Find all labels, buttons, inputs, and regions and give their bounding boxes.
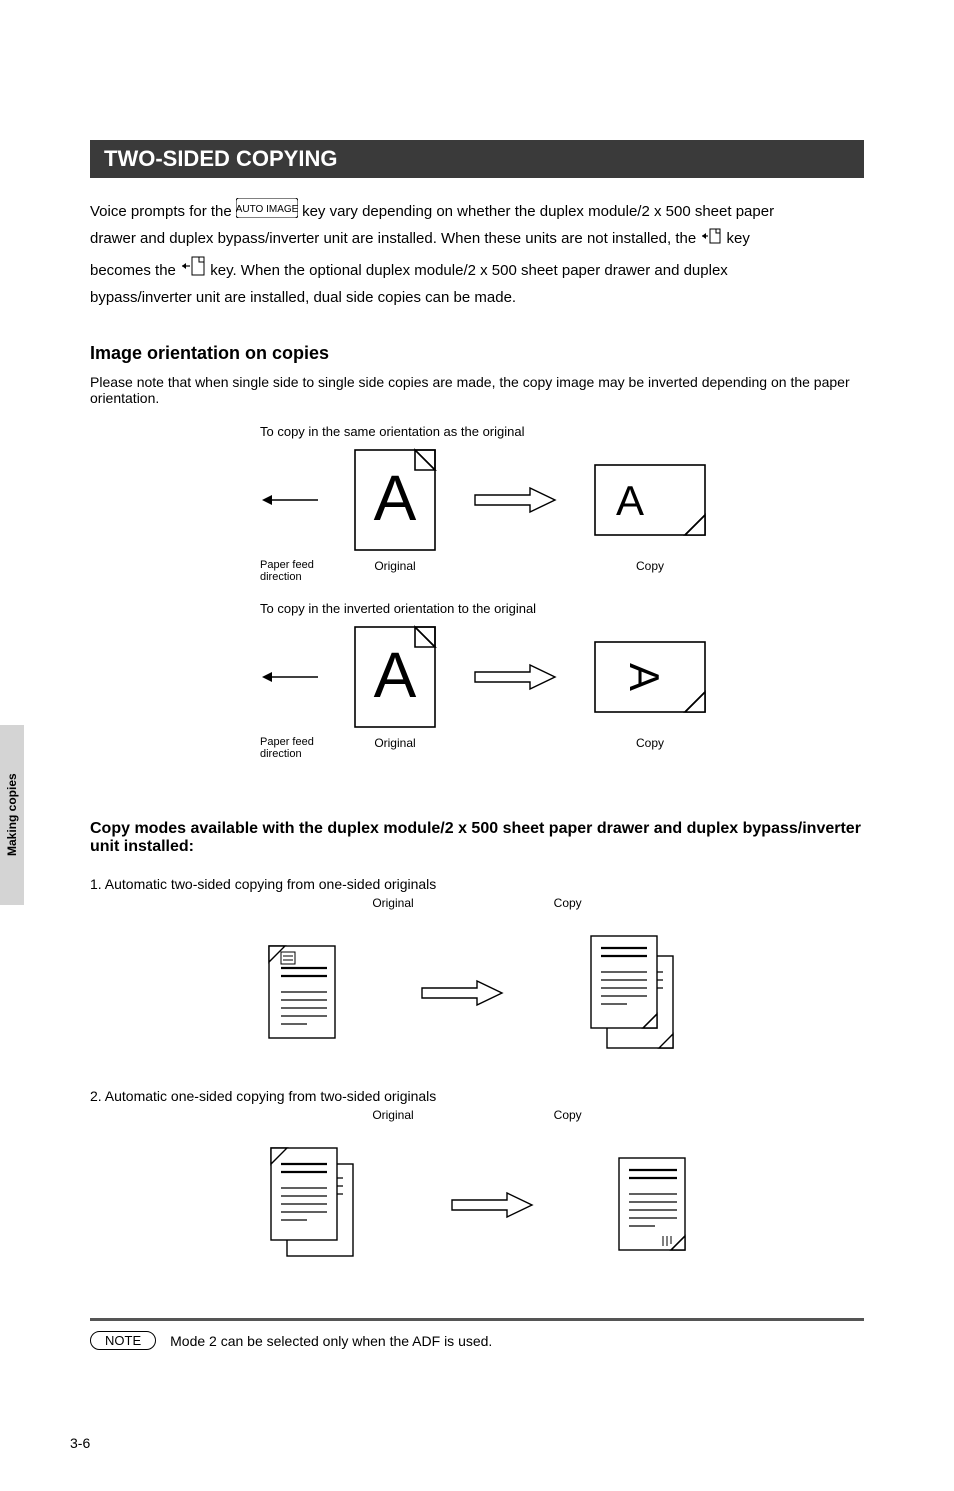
intro-line3a: becomes the (90, 262, 180, 279)
copy-page-landscape-rotated: A (590, 637, 710, 717)
note-row: NOTE Mode 2 can be selected only when th… (90, 1331, 864, 1350)
svg-text:A: A (374, 462, 417, 534)
intro-line2b: key (727, 230, 750, 247)
figure-block-2: To copy in the inverted orientation to t… (260, 601, 864, 760)
svg-text:AUTO IMAGE: AUTO IMAGE (236, 204, 298, 215)
mode1-original-icon (257, 938, 347, 1048)
copy-page-landscape: A (590, 460, 710, 540)
intro-line1a: Voice prompts for the (90, 203, 236, 220)
m2-orig-label: Original (372, 1108, 413, 1122)
fig1-label: To copy in the same orientation as the o… (260, 424, 864, 439)
outline-arrow-icon-2 (470, 662, 560, 692)
rotation-subtitle: Please note that when single side to sin… (90, 374, 864, 406)
intro-line2a: drawer and duplex bypass/inverter unit a… (90, 230, 700, 247)
section-banner: TWO-SIDED COPYING (90, 140, 864, 178)
copy-label-2: Copy (590, 736, 710, 760)
intro-paragraph: Voice prompts for the AUTO IMAGE key var… (90, 198, 864, 309)
orig-label-2: Original (350, 736, 440, 760)
m2-copy-label: Copy (554, 1108, 582, 1122)
copy-label: Copy (590, 559, 710, 583)
page-number: 3-6 (70, 1435, 90, 1451)
modes-title: Copy modes available with the duplex mod… (90, 820, 864, 856)
mode2-text: 2. Automatic one-sided copying from two-… (90, 1088, 864, 1104)
mode1-copy-icon (577, 928, 697, 1058)
outline-arrow-m1 (417, 978, 507, 1008)
note-pill: NOTE (90, 1331, 156, 1350)
intro-line4: bypass/inverter unit are installed, dual… (90, 286, 864, 309)
feed-dir-label: Paper feed direction (260, 559, 320, 583)
outline-arrow-icon (470, 485, 560, 515)
auto-image-icon: AUTO IMAGE (236, 198, 298, 218)
svg-text:A: A (616, 477, 644, 524)
original-page-portrait: A (350, 445, 440, 555)
note-text: Mode 2 can be selected only when the ADF… (170, 1333, 492, 1349)
mode1-text: 1. Automatic two-sided copying from one-… (90, 876, 864, 892)
m1-copy-label: Copy (554, 896, 582, 910)
feed-dir-label-2: Paper feed direction (260, 736, 320, 760)
mode2-original-icon (257, 1140, 377, 1270)
side-tab-label: Making copies (0, 725, 24, 905)
banner-title: TWO-SIDED COPYING (104, 146, 337, 171)
svg-text:A: A (374, 639, 417, 711)
mode2-figure: Original Copy (90, 1108, 864, 1270)
orig-label: Original (350, 559, 440, 583)
mode1-figure: Original Copy (90, 896, 864, 1058)
original-page-portrait-2: A (350, 622, 440, 732)
intro-line3b: key. When the optional duplex module/2 x… (210, 262, 728, 279)
copy-modes-block: Copy modes available with the duplex mod… (90, 820, 864, 1270)
single-page-feed-icon (180, 255, 206, 277)
m1-orig-label: Original (372, 896, 413, 910)
outline-arrow-m2 (447, 1190, 537, 1220)
fig2-label: To copy in the inverted orientation to t… (260, 601, 864, 616)
figure-block-1: To copy in the same orientation as the o… (260, 424, 864, 583)
side-tab: Making copies (0, 725, 24, 905)
feed-arrow-icon-2 (260, 667, 320, 687)
rotation-title: Image orientation on copies (90, 343, 864, 364)
svg-text:A: A (621, 663, 668, 691)
intro-line1b: key vary depending on whether the duplex… (302, 203, 774, 220)
mode2-copy-icon (607, 1150, 697, 1260)
duplex-pages-icon (700, 227, 722, 245)
feed-arrow-icon (260, 490, 320, 510)
divider (90, 1318, 864, 1321)
